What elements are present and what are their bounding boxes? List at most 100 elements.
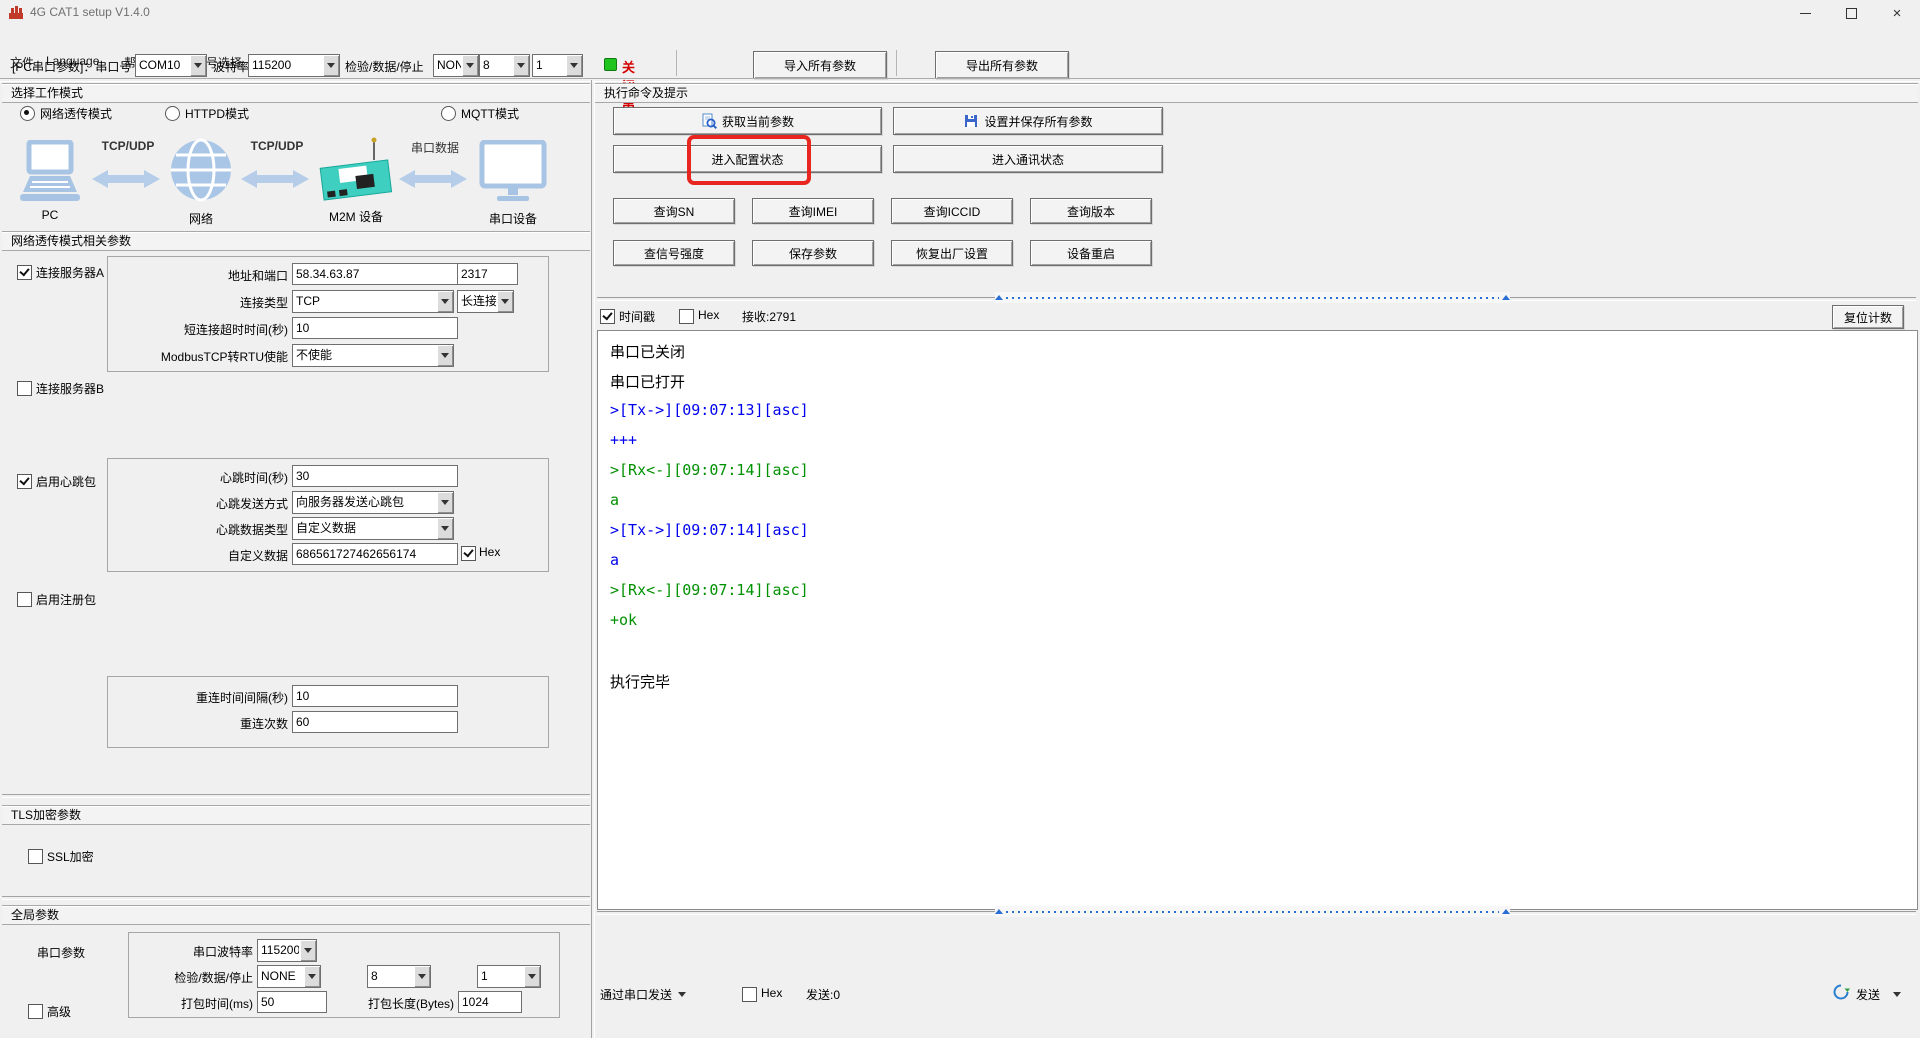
export-params-button[interactable]: 导出所有参数 [935,51,1069,79]
register-checkbox[interactable] [17,592,32,607]
server-port-input[interactable]: 2317 [457,263,518,285]
server-a-checkbox[interactable] [17,265,32,280]
packtime-input[interactable]: 50 [257,991,327,1013]
chevron-down-icon[interactable] [190,55,206,76]
minimize-icon[interactable] [1782,0,1828,26]
serial-stopbits-select[interactable]: 1 [477,965,541,988]
chevron-down-icon [678,992,686,997]
serial-databits-select[interactable]: 8 [367,965,431,988]
heartbeat-type-select[interactable]: 自定义数据 [292,517,454,540]
splitter-handle[interactable] [995,292,1510,303]
heartbeat-hex-checkbox[interactable] [461,546,476,561]
conn-type-select[interactable]: TCP [292,290,454,313]
databits-select[interactable]: 8 [479,54,530,77]
short-conn-timeout-input[interactable]: 10 [292,317,458,339]
reconnect-count-input[interactable]: 60 [292,711,458,733]
heartbeat-hex-label: Hex [479,545,500,559]
send-button[interactable]: 发送 [1856,986,1880,1003]
custom-data-label: 自定义数据 [110,547,288,564]
heartbeat-dest-select[interactable]: 向服务器发送心跳包 [292,491,454,514]
device-reboot-button[interactable]: 设备重启 [1030,240,1152,266]
collapse-arrow-icon [1502,909,1510,914]
factory-reset-button[interactable]: 恢复出厂设置 [891,240,1013,266]
log-textarea[interactable]: 串口已关闭串口已打开>[Tx->][09:07:13][asc]+++>[Rx<… [597,330,1918,910]
chevron-down-icon[interactable] [304,966,320,987]
heartbeat-type-label: 心跳数据类型 [110,521,288,538]
heartbeat-checkbox[interactable] [17,474,32,489]
send-channel-dropdown[interactable]: 通过串口发送 [600,986,686,1003]
server-address-input[interactable]: 58.34.63.87 [292,263,458,285]
query-version-button[interactable]: 查询版本 [1030,198,1152,224]
chevron-down-icon[interactable] [566,55,582,76]
log-hex-checkbox[interactable] [679,309,694,324]
send-channel-label: 通过串口发送 [600,986,672,1003]
close-icon[interactable]: × [1874,0,1920,26]
serial-baud-select[interactable]: 115200 [257,939,317,962]
import-params-button[interactable]: 导入所有参数 [753,51,887,79]
chevron-down-icon[interactable] [414,966,430,987]
diagram-node-pc-label: PC [15,208,85,222]
chevron-down-icon[interactable] [437,345,453,366]
section-global: 全局参数 [2,906,590,925]
enter-comm-button[interactable]: 进入通讯状态 [893,145,1163,173]
splitter-handle[interactable] [995,906,1510,917]
conn-keep-select[interactable]: 长连接 [457,290,514,313]
title-bar: 4G CAT1 setup V1.4.0 × [0,0,1920,24]
send-hex-checkbox[interactable] [742,987,757,1002]
timestamp-label: 时间戳 [619,308,655,325]
radio-transparent-mode[interactable] [20,106,35,121]
parity-select[interactable]: NONE [433,54,479,77]
log-line: >[Tx->][09:07:14][asc] [610,521,809,539]
heartbeat-time-input[interactable]: 30 [292,465,458,487]
chevron-down-icon[interactable] [462,55,478,76]
refresh-send-icon[interactable] [1832,983,1850,1001]
ssl-checkbox[interactable] [28,849,43,864]
baud-select[interactable]: 115200 [248,54,340,77]
log-line: a [610,551,619,569]
serial-device-monitor-icon [478,140,548,204]
custom-data-input[interactable]: 686561727462656174 [292,543,458,565]
query-iccid-button[interactable]: 查询ICCID [891,198,1013,224]
conn-type-label: 连接类型 [110,294,288,311]
reconnect-interval-input[interactable]: 10 [292,685,458,707]
chevron-down-icon[interactable] [1893,992,1901,997]
sent-count-label: 发送:0 [806,986,840,1003]
chevron-down-icon[interactable] [437,518,453,539]
set-save-params-button[interactable]: 设置并保存所有参数 [893,107,1163,135]
annotation-highlight [687,135,811,185]
pc-laptop-icon [15,140,85,204]
packlen-input[interactable]: 1024 [458,991,522,1013]
save-params-button[interactable]: 保存参数 [752,240,874,266]
query-signal-button[interactable]: 查信号强度 [613,240,735,266]
chevron-down-icon[interactable] [497,291,513,312]
log-line: >[Rx<-][09:07:14][asc] [610,581,809,599]
get-params-label: 获取当前参数 [722,113,794,130]
section-tls: TLS加密参数 [2,806,590,825]
radio-mqtt-mode[interactable] [441,106,456,121]
get-params-button[interactable]: 获取当前参数 [613,107,882,135]
chevron-down-icon[interactable] [524,966,540,987]
splitter-dots [1006,297,1499,299]
maximize-icon[interactable] [1828,0,1874,26]
modbus-rtu-select[interactable]: 不使能 [292,344,454,367]
advanced-checkbox[interactable] [28,1004,43,1019]
log-line: 串口已打开 [610,371,685,392]
chevron-down-icon[interactable] [300,940,316,961]
server-b-checkbox[interactable] [17,381,32,396]
query-imei-button[interactable]: 查询IMEI [752,198,874,224]
query-sn-button[interactable]: 查询SN [613,198,735,224]
chevron-down-icon[interactable] [437,492,453,513]
section-work-mode: 选择工作模式 [2,84,590,103]
radio-httpd-mode[interactable] [165,106,180,121]
serial-baud-label: 串口波特率 [132,943,253,960]
diagram-link2-label: TCP/UDP [240,139,314,153]
stopbits-select[interactable]: 1 [532,54,583,77]
com-port-select[interactable]: COM10 [135,54,207,77]
chevron-down-icon[interactable] [323,55,339,76]
heartbeat-label: 启用心跳包 [36,473,96,490]
chevron-down-icon[interactable] [513,55,529,76]
timestamp-checkbox[interactable] [600,309,615,324]
chevron-down-icon[interactable] [437,291,453,312]
reset-counter-button[interactable]: 复位计数 [1832,305,1904,329]
serial-parity-select[interactable]: NONE [257,965,321,988]
